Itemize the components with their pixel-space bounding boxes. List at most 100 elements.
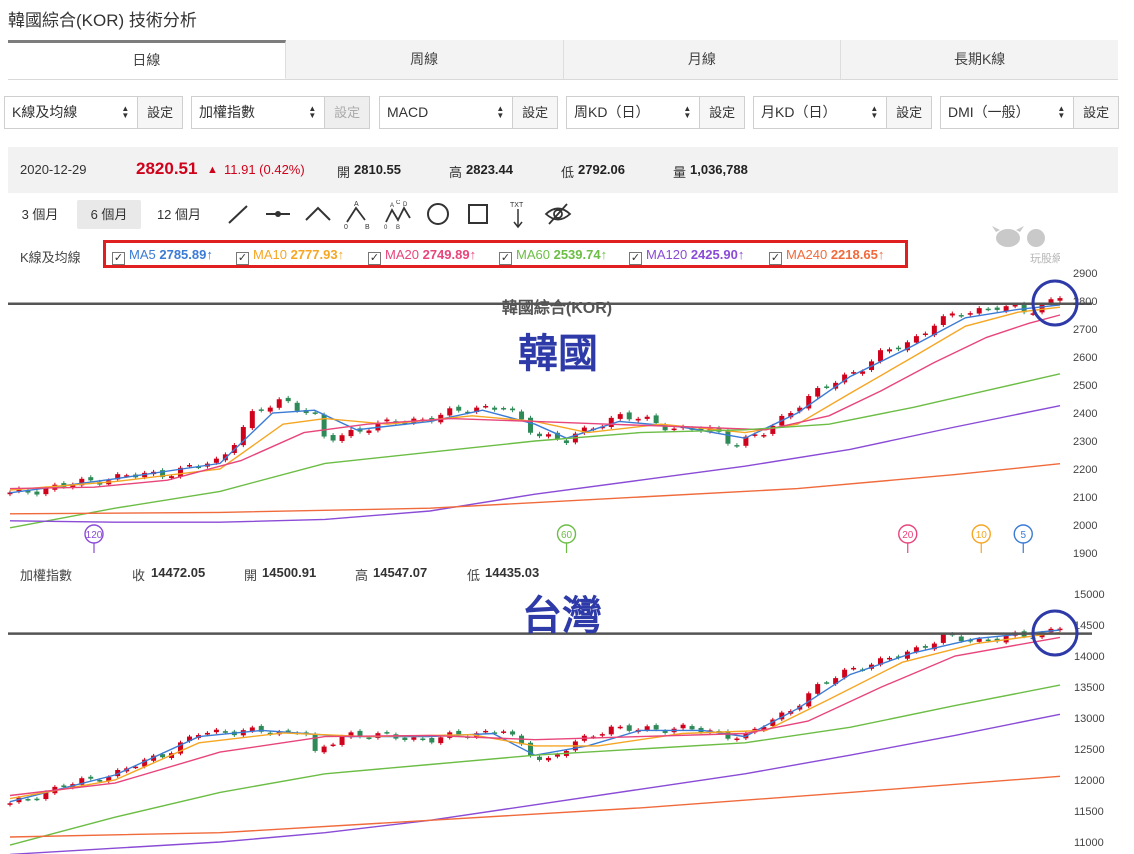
candle-body: [339, 736, 345, 745]
candle-body: [420, 738, 426, 741]
taiex-select[interactable]: 加權指數 ▲ ▼: [192, 97, 326, 128]
tab-long-term[interactable]: 長期K線: [841, 40, 1118, 79]
marker-label: 120: [86, 530, 103, 541]
candle-body: [447, 408, 453, 416]
select-value: DMI（一般）: [948, 104, 1030, 120]
indicator-select-group-1: K線及均線 ▲ ▼ 設定: [4, 96, 183, 129]
candle-body: [510, 731, 516, 735]
candle-body: [492, 407, 498, 410]
marker-label: 5: [1020, 530, 1026, 541]
y-tick-label: 12000: [1074, 775, 1105, 787]
candle-body: [851, 667, 857, 670]
tab-weekly[interactable]: 周線: [286, 40, 564, 79]
tab-monthly[interactable]: 月線: [564, 40, 842, 79]
ma60-line: [9, 684, 1061, 846]
ma-value: 2425.90↑: [690, 247, 745, 262]
candle-body: [25, 799, 31, 801]
candle-body: [886, 657, 892, 660]
high-label: 高: [449, 165, 463, 180]
segment-tool-icon[interactable]: [263, 200, 293, 229]
candle-body: [958, 315, 964, 317]
marker-label: 20: [902, 530, 914, 541]
weekly-kd-select[interactable]: 周KD（日） ▲ ▼: [567, 97, 701, 128]
kline-ma-select[interactable]: K線及均線 ▲ ▼: [5, 97, 139, 128]
svg-text:A: A: [354, 201, 359, 208]
taiex-price-chart[interactable]: 11000 11500 12000 12500 13000 13500 14000 14500…: [0, 583, 1134, 854]
abcd-pattern-icon[interactable]: A C D 0 B: [383, 200, 413, 229]
line-tool-icon[interactable]: [223, 200, 253, 229]
y-tick-label: 1900: [1073, 548, 1097, 560]
candle-body: [429, 738, 435, 743]
range-3m-button[interactable]: 3 個月: [8, 200, 72, 229]
text-tool-icon[interactable]: TXT: [503, 200, 533, 229]
candle-body: [824, 682, 830, 684]
candle-body: [949, 313, 955, 316]
taiwan-annotation: 台灣: [522, 592, 602, 639]
candle-body: [545, 434, 551, 437]
candle-body: [519, 411, 525, 420]
select-value: 加權指數: [199, 104, 255, 120]
candle-body: [976, 308, 982, 314]
candle-body: [985, 639, 991, 642]
dmi-select[interactable]: DMI（一般） ▲ ▼: [941, 97, 1075, 128]
settings-button[interactable]: 設定: [1074, 97, 1118, 128]
candle-body: [940, 634, 946, 643]
up-triangle-icon: ▲: [207, 164, 218, 176]
candle-body: [276, 399, 282, 408]
korea-price-chart[interactable]: 1900200021002200230024002500260027002800…: [0, 262, 1134, 564]
candle-body: [7, 803, 13, 805]
settings-button[interactable]: 設定: [513, 97, 557, 128]
range-6m-button[interactable]: 6 個月: [77, 200, 141, 229]
candle-body: [815, 388, 821, 397]
rectangle-tool-icon[interactable]: [463, 200, 493, 229]
candle-body: [249, 411, 255, 429]
ma-value: 2539.74↑: [553, 247, 608, 262]
taiex-name: 加權指數: [20, 568, 73, 583]
svg-text:TXT: TXT: [510, 202, 524, 209]
y-tick-label: 2700: [1073, 324, 1097, 336]
settings-button[interactable]: 設定: [700, 97, 744, 128]
candle-body: [958, 636, 964, 642]
peak-tool-icon[interactable]: [303, 200, 333, 229]
korea-annotation: 韓國: [518, 330, 598, 377]
candle-body: [366, 737, 372, 740]
candle-body: [483, 730, 489, 733]
svg-text:B: B: [396, 225, 400, 229]
settings-button[interactable]: 設定: [887, 97, 931, 128]
low-label: 低: [467, 568, 481, 583]
select-arrows-icon: ▲ ▼: [683, 104, 692, 120]
ma240-line: [9, 775, 1061, 838]
candle-body: [330, 744, 336, 747]
circle-tool-icon[interactable]: [423, 200, 453, 229]
candle-body: [536, 756, 542, 760]
macd-select[interactable]: MACD ▲ ▼: [380, 97, 514, 128]
candle-body: [88, 477, 94, 481]
candle-body: [321, 746, 327, 753]
settings-button[interactable]: 設定: [138, 97, 182, 128]
candle-body: [186, 465, 192, 467]
range-12m-button[interactable]: 12 個月: [146, 200, 212, 229]
y-tick-label: 2400: [1073, 408, 1097, 420]
candle-body: [169, 476, 175, 478]
candle-body: [34, 798, 40, 801]
candle-body: [617, 414, 623, 419]
y-tick-label: 11000: [1074, 837, 1104, 849]
candle-body: [438, 737, 444, 744]
candle-body: [339, 435, 345, 442]
tab-daily[interactable]: 日線: [8, 40, 286, 79]
candle-body: [617, 726, 623, 729]
settings-button[interactable]: 設定: [325, 97, 369, 128]
monthly-kd-select[interactable]: 月KD（日） ▲ ▼: [754, 97, 888, 128]
ma-value: 2218.65↑: [830, 247, 885, 262]
candle-body: [734, 445, 740, 447]
indicator-select-group-3: MACD ▲ ▼ 設定: [379, 96, 558, 129]
range-toolbar: 3 個月 6 個月 12 個月 A0B ACD0B TXT: [8, 200, 608, 230]
indicator-toolbar: K線及均線 ▲ ▼ 設定 加權指數 ▲ ▼ 設定 MACD ▲ ▼ 設定 周KD（日） ▲ ▼ …: [4, 96, 1124, 130]
hide-eye-icon[interactable]: [543, 200, 573, 229]
ma-name: MA120: [646, 247, 688, 262]
select-arrows-icon: ▲ ▼: [308, 104, 317, 120]
ma-name: MA10: [253, 247, 287, 262]
candle-body: [563, 440, 569, 444]
abc-pattern-icon[interactable]: A 0 B: [343, 200, 373, 229]
candle-body: [994, 307, 1000, 310]
